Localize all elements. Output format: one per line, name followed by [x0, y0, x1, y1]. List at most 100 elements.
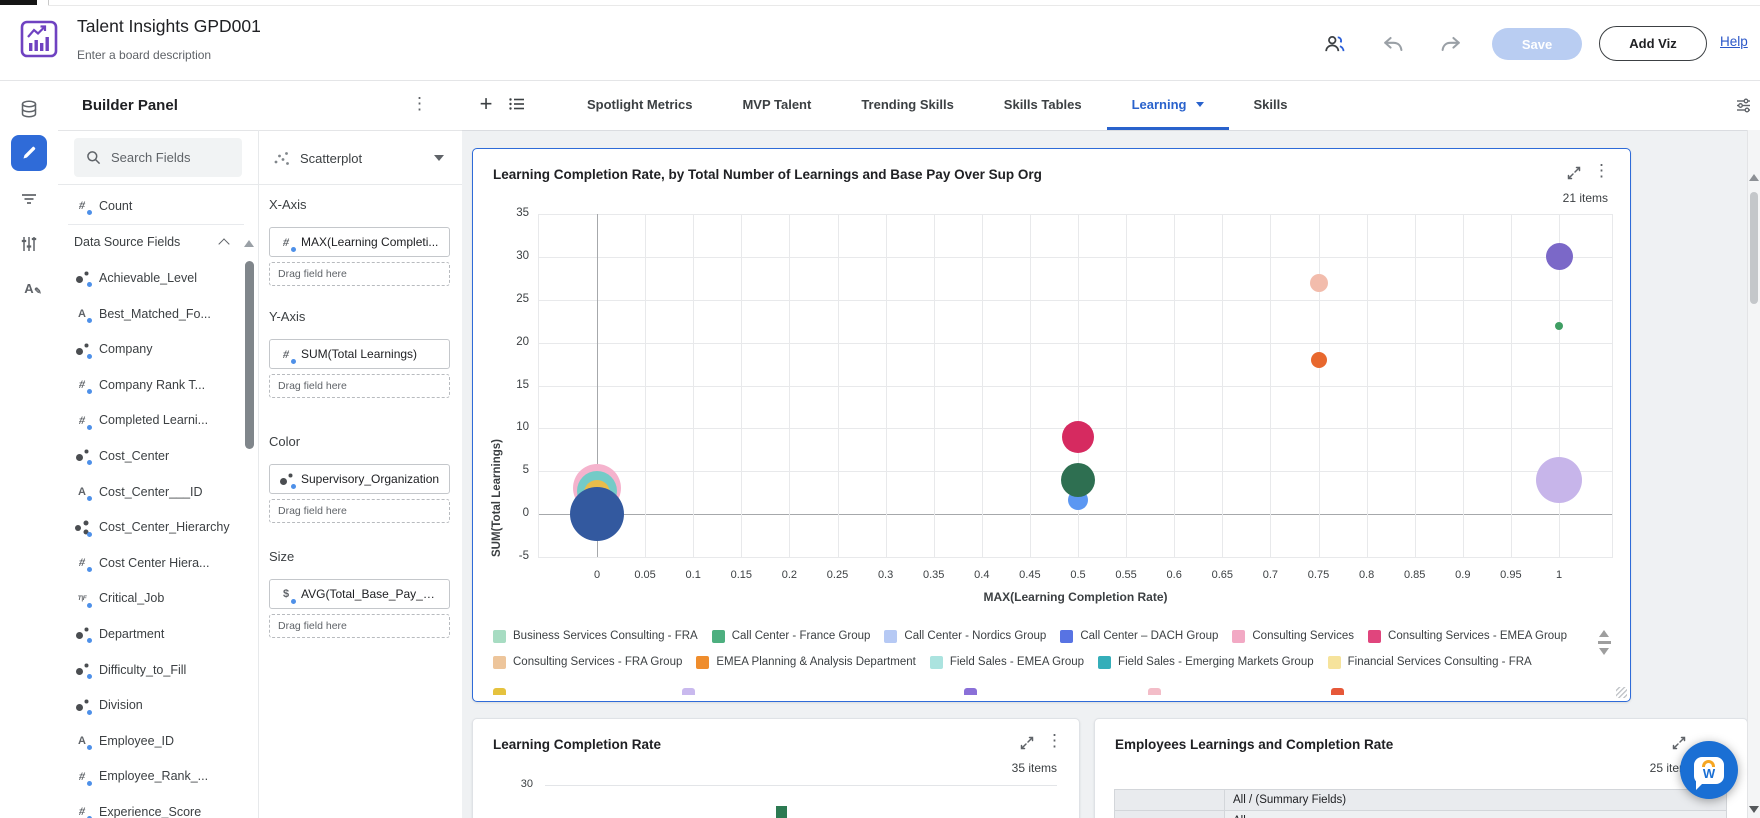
viz-card-bar[interactable]: Learning Completion Rate ⋮ 35 items 30: [472, 718, 1080, 818]
legend-item[interactable]: Business Services Consulting - FRA: [493, 630, 698, 643]
filter-icon[interactable]: [11, 181, 47, 217]
add-tab-button[interactable]: +: [473, 91, 499, 117]
chevron-up-icon: [218, 238, 229, 249]
x-tick-label: 0.25: [818, 569, 858, 581]
field-item[interactable]: Completed Learni...: [58, 403, 244, 439]
table-header-cell[interactable]: All / (Summary Fields): [1224, 789, 1727, 811]
scatter-bubble[interactable]: [1311, 352, 1327, 368]
field-item[interactable]: Critical_Job: [58, 581, 244, 617]
field-item[interactable]: Company: [58, 331, 244, 367]
field-item[interactable]: Employee_ID: [58, 723, 244, 759]
builder-menu-kebab-icon[interactable]: ⋮: [411, 94, 428, 114]
scatter-bubble[interactable]: [1310, 274, 1328, 292]
scatter-bubble[interactable]: [1536, 457, 1582, 503]
redo-icon[interactable]: [1438, 31, 1464, 57]
field-item[interactable]: Company Rank T...: [58, 367, 244, 403]
legend-item[interactable]: Call Center – DACH Group: [1060, 630, 1218, 643]
field-item[interactable]: Difficulty_to_Fill: [58, 652, 244, 688]
board-title[interactable]: Talent Insights GPD001: [77, 16, 261, 37]
legend-item[interactable]: Call Center - Nordics Group: [884, 630, 1046, 643]
users-icon[interactable]: [1322, 31, 1348, 57]
scatter-bubble[interactable]: [1062, 421, 1094, 453]
legend-color-chip: [712, 630, 725, 643]
help-link[interactable]: Help: [1720, 34, 1748, 49]
summary-field-item[interactable]: Count: [58, 188, 244, 224]
workday-assistant-widget[interactable]: W: [1680, 741, 1738, 799]
legend-scroll-up-icon[interactable]: [1599, 630, 1609, 637]
legend-scroll-down-icon[interactable]: [1599, 648, 1609, 655]
table-cell[interactable]: All: [1224, 810, 1727, 818]
card-kebab-icon[interactable]: ⋮: [1593, 163, 1610, 179]
tab-skills-tables[interactable]: Skills Tables: [979, 81, 1107, 130]
tab-skills[interactable]: Skills: [1229, 81, 1313, 130]
bar-segment[interactable]: [776, 806, 787, 818]
field-item[interactable]: Cost_Center_Hierarchy: [58, 509, 244, 545]
x-tick-label: 0.2: [769, 569, 809, 581]
legend-item[interactable]: Call Center - France Group: [712, 630, 871, 643]
fields-scrollbar-thumb[interactable]: [245, 261, 254, 449]
legend-item[interactable]: Field Sales - EMEA Group: [930, 656, 1084, 669]
browser-edge-artifact: [0, 0, 37, 5]
scatter-bubble[interactable]: [1546, 243, 1573, 270]
field-item[interactable]: Cost_Center: [58, 438, 244, 474]
pencil-icon[interactable]: [11, 135, 47, 171]
scroll-down-icon[interactable]: [1749, 806, 1759, 813]
add-viz-button[interactable]: Add Viz: [1599, 26, 1707, 61]
card-kebab-icon[interactable]: ⋮: [1046, 733, 1063, 749]
tab-trending-skills[interactable]: Trending Skills: [836, 81, 978, 130]
fields-scroll-up-icon[interactable]: [244, 240, 254, 247]
fields-section-header[interactable]: Data Source Fields: [58, 225, 244, 261]
tab-mvp-talent[interactable]: MVP Talent: [717, 81, 836, 130]
field-item[interactable]: Employee_Rank_...: [58, 759, 244, 795]
expand-icon[interactable]: [1566, 165, 1582, 181]
board-description-input[interactable]: Enter a board description: [77, 48, 211, 62]
card-resize-handle[interactable]: [1616, 687, 1627, 698]
save-button[interactable]: Save: [1492, 28, 1582, 60]
database-icon[interactable]: [11, 91, 47, 127]
chart-logo-icon[interactable]: [20, 20, 58, 58]
legend-item[interactable]: Financial Services Consulting - FRA: [1328, 656, 1532, 669]
drop-zone[interactable]: Drag field here: [269, 262, 450, 286]
scatter-bubble[interactable]: [1061, 463, 1095, 497]
field-chip[interactable]: AVG(Total_Base_Pay___...: [269, 579, 450, 609]
x-tick-label: 0.3: [866, 569, 906, 581]
field-item[interactable]: Experience_Score: [58, 794, 244, 818]
legend-item[interactable]: EMEA Planning & Analysis Department: [696, 656, 915, 669]
field-item[interactable]: Cost Center Hiera...: [58, 545, 244, 581]
field-item[interactable]: Achievable_Level: [58, 260, 244, 296]
field-chip[interactable]: MAX(Learning Completi...: [269, 227, 450, 257]
scrollbar-thumb[interactable]: [1750, 192, 1758, 304]
vertical-scrollbar[interactable]: [1747, 130, 1760, 818]
tab-learning[interactable]: Learning: [1107, 81, 1229, 130]
annotate-icon[interactable]: A✎: [11, 270, 47, 306]
board-list-icon[interactable]: [508, 96, 526, 112]
expand-icon[interactable]: [1019, 735, 1035, 751]
scroll-up-icon[interactable]: [1749, 174, 1759, 181]
scatter-bubble[interactable]: [1555, 322, 1563, 330]
viz-card-scatter[interactable]: Learning Completion Rate, by Total Numbe…: [472, 148, 1631, 702]
tab-spotlight-metrics[interactable]: Spotlight Metrics: [562, 81, 717, 130]
gridline-v: [1511, 214, 1512, 557]
field-chip-label: MAX(Learning Completi...: [301, 235, 438, 249]
legend-item[interactable]: Consulting Services - FRA Group: [493, 656, 682, 669]
expand-icon[interactable]: [1671, 735, 1687, 751]
drop-zone[interactable]: Drag field here: [269, 499, 450, 523]
viz-card-table[interactable]: Employees Learnings and Completion Rate …: [1094, 718, 1748, 818]
sliders-icon[interactable]: [11, 226, 47, 262]
legend-item[interactable]: Consulting Services: [1232, 630, 1354, 643]
drop-zone[interactable]: Drag field here: [269, 614, 450, 638]
field-item[interactable]: Division: [58, 687, 244, 723]
undo-icon[interactable]: [1380, 31, 1406, 57]
panel-options-icon[interactable]: [1735, 97, 1752, 114]
legend-item[interactable]: Consulting Services - EMEA Group: [1368, 630, 1567, 643]
field-chip[interactable]: SUM(Total Learnings): [269, 339, 450, 369]
legend-item[interactable]: Field Sales - Emerging Markets Group: [1098, 656, 1314, 669]
drop-zone[interactable]: Drag field here: [269, 374, 450, 398]
viz-type-select[interactable]: Scatterplot: [265, 138, 454, 178]
search-fields-input[interactable]: Search Fields: [74, 138, 242, 177]
field-item[interactable]: Department: [58, 616, 244, 652]
field-item[interactable]: Cost_Center___ID: [58, 474, 244, 510]
scatter-bubble[interactable]: [570, 487, 624, 541]
field-chip[interactable]: Supervisory_Organization: [269, 464, 450, 494]
field-item[interactable]: Best_Matched_Fo...: [58, 296, 244, 332]
